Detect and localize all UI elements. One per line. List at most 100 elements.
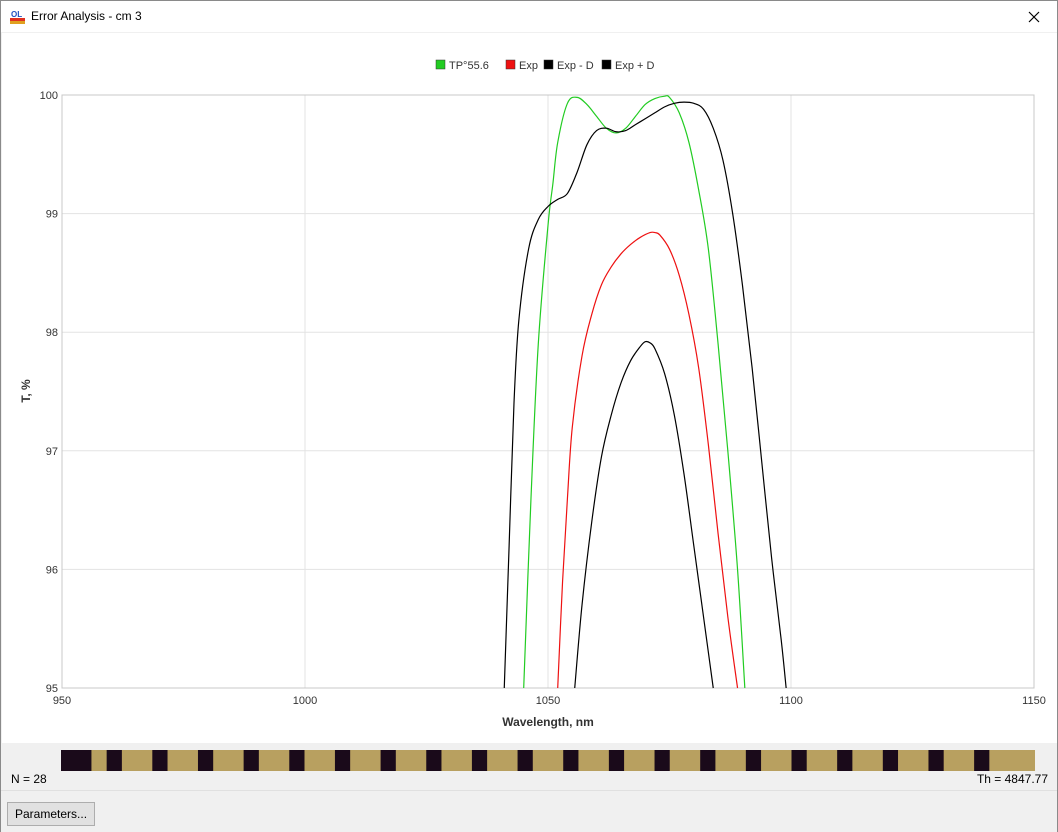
y-tick-label: 100 — [40, 90, 58, 102]
layer-segment — [426, 750, 442, 771]
legend-swatch — [435, 59, 446, 70]
series-group — [503, 95, 787, 689]
layer-segment — [1004, 750, 1021, 771]
close-icon — [1028, 11, 1040, 22]
layer-segment — [898, 750, 914, 771]
y-tick-label: 97 — [46, 446, 58, 458]
y-tick-label: 98 — [46, 327, 58, 339]
layer-segment — [669, 750, 686, 771]
layer-segment — [852, 750, 869, 771]
layer-segment — [624, 750, 640, 771]
footer-bar: Parameters... — [1, 790, 1057, 832]
layer-segment — [137, 750, 153, 771]
layer-segment — [563, 750, 579, 771]
layer-segment — [182, 750, 199, 771]
layer-segment — [882, 750, 899, 771]
grid-lines — [62, 95, 1034, 688]
layer-segment — [958, 750, 975, 771]
legend-label: TP°55.6 — [449, 60, 489, 72]
close-button[interactable] — [1011, 1, 1057, 32]
layer-segment — [608, 750, 625, 771]
layer-segment — [593, 750, 610, 771]
layer-segment — [578, 750, 595, 771]
app-icon: OL — [10, 10, 25, 24]
series-line-1 — [557, 231, 739, 689]
layer-segment — [152, 750, 169, 771]
layer-segment — [456, 750, 473, 771]
layer-segment — [1019, 750, 1036, 771]
layer-segment — [289, 750, 305, 771]
layer-segment — [502, 750, 519, 771]
layer-segment — [334, 750, 351, 771]
layer-segment — [121, 750, 138, 771]
layer-segment — [274, 750, 290, 771]
layer-segment — [821, 750, 838, 771]
layer-segment — [61, 750, 77, 771]
series-line-0 — [523, 95, 746, 689]
layer-segment — [745, 750, 762, 771]
chart-panel: 950 1000 1050 1100 1150 95 96 97 98 99 100 Wavele… — [2, 33, 1057, 743]
layer-segment — [213, 750, 229, 771]
layer-segment — [411, 750, 427, 771]
x-axis-label: Wavelength, nm — [502, 715, 594, 729]
layer-segment — [943, 750, 960, 771]
x-tick-labels: 950 1000 1050 1100 1150 — [53, 695, 1046, 707]
layer-segment — [654, 750, 671, 771]
series-line-3 — [503, 101, 787, 689]
legend-label: Exp + D — [615, 60, 654, 72]
layer-segment — [867, 750, 884, 771]
layer-segment — [548, 750, 564, 771]
series-line-2 — [574, 340, 714, 689]
layer-segment — [730, 750, 747, 771]
layer-segment — [243, 750, 260, 771]
window-title: Error Analysis - cm 3 — [31, 9, 142, 23]
legend[interactable]: TP°55.6 Exp Exp - D Exp + D — [435, 59, 654, 72]
y-tick-label: 99 — [46, 209, 58, 221]
layer-structure-strip — [61, 750, 1036, 771]
layer-segment — [700, 750, 716, 771]
layer-segment — [471, 750, 488, 771]
layer-segment — [806, 750, 823, 771]
error-analysis-window: OL Error Analysis - cm 3 950 1000 1050 1100… — [0, 0, 1058, 832]
layer-segment — [517, 750, 534, 771]
layer-segment — [913, 750, 929, 771]
layer-segment — [197, 750, 214, 771]
layer-segment — [791, 750, 808, 771]
y-tick-label: 96 — [46, 564, 58, 576]
legend-swatch — [601, 59, 612, 70]
y-axis-label: T, % — [19, 379, 33, 403]
total-thickness: Th = 4847.77 — [976, 772, 1048, 786]
layer-segment — [350, 750, 366, 771]
layer-segment — [974, 750, 990, 771]
x-tick-label: 1000 — [293, 695, 317, 707]
legend-swatch — [505, 59, 516, 70]
layer-segment — [304, 750, 321, 771]
layer-segment — [365, 750, 382, 771]
spectrum-chart: 950 1000 1050 1100 1150 95 96 97 98 99 100 Wavele… — [19, 59, 1046, 729]
layer-segment — [928, 750, 945, 771]
parameters-button[interactable]: Parameters... — [7, 802, 96, 826]
title-bar[interactable]: OL Error Analysis - cm 3 — [1, 1, 1057, 32]
layer-segment — [776, 750, 792, 771]
layer-segment — [989, 750, 1006, 771]
layer-segment — [837, 750, 853, 771]
y-tick-labels: 95 96 97 98 99 100 — [40, 90, 58, 695]
layer-segment — [319, 750, 336, 771]
layer-segment — [441, 750, 458, 771]
x-tick-label: 1050 — [536, 695, 560, 707]
x-tick-label: 1150 — [1022, 695, 1046, 707]
layer-segment — [761, 750, 777, 771]
svg-text:OL: OL — [11, 10, 22, 19]
layer-segment — [167, 750, 184, 771]
layer-segment — [487, 750, 503, 771]
x-tick-label: 1100 — [779, 695, 803, 707]
layer-segment — [395, 750, 412, 771]
layer-segment — [715, 750, 732, 771]
x-tick-label: 950 — [53, 695, 71, 707]
layer-segment — [76, 750, 92, 771]
y-tick-label: 95 — [46, 683, 58, 695]
layer-segment — [106, 750, 123, 771]
legend-label: Exp - D — [557, 60, 594, 72]
layer-segment — [228, 750, 245, 771]
layer-strip-graphic — [61, 750, 1036, 771]
